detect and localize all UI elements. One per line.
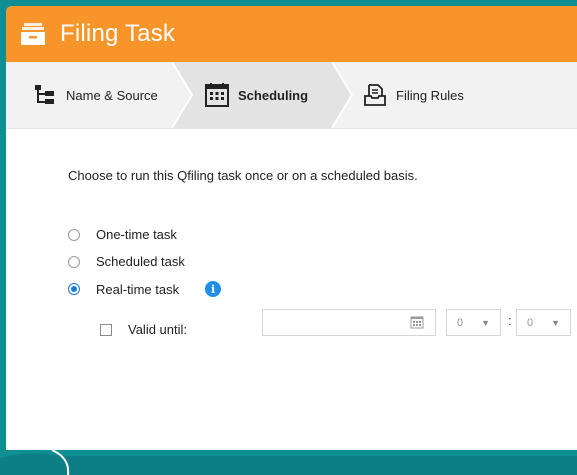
option-label: Scheduled task (96, 254, 185, 269)
tree-structure-icon (32, 82, 58, 108)
wizard-steps: Name & Source Scheduling Filing Rules (6, 62, 577, 129)
option-label: Real-time task (96, 281, 180, 297)
scheduling-content: Choose to run this Qfiling task once or … (6, 129, 577, 450)
instruction-text: Choose to run this Qfiling task once or … (68, 168, 418, 183)
step-scheduling[interactable]: Scheduling (204, 62, 308, 128)
option-one-time-task[interactable]: One-time task (68, 227, 177, 242)
calendar-icon[interactable] (410, 315, 424, 329)
chevron-down-icon: ▼ (481, 317, 490, 328)
valid-until-label: Valid until: (128, 322, 188, 337)
file-box-icon (362, 82, 388, 108)
hour-select[interactable]: 0 ▼ (446, 309, 501, 336)
step-name-source[interactable]: Name & Source (32, 62, 158, 128)
filing-task-dialog: Filing Task Name & Source Scheduling Fil… (6, 6, 577, 450)
option-real-time-task[interactable]: Real-time task i (68, 281, 222, 297)
valid-until-checkbox[interactable] (100, 323, 112, 336)
valid-until-row[interactable]: Valid until: (100, 322, 187, 337)
info-icon[interactable]: i (205, 281, 222, 297)
chevron-down-icon: ▼ (551, 317, 560, 328)
minute-value: 0 (527, 316, 534, 329)
radio-real-time-task[interactable] (68, 283, 80, 295)
step-filing-rules[interactable]: Filing Rules (362, 62, 464, 128)
minute-select[interactable]: 0 ▼ (516, 309, 571, 336)
title-bar: Filing Task (6, 6, 577, 62)
dialog-title: Filing Task (60, 20, 176, 47)
time-separator: : (508, 313, 512, 328)
option-scheduled-task[interactable]: Scheduled task (68, 254, 185, 269)
archive-box-icon (20, 22, 46, 46)
bottom-decorative-band (0, 450, 577, 475)
step-label: Name & Source (66, 87, 158, 103)
hour-value: 0 (457, 316, 464, 329)
calendar-icon (204, 82, 230, 108)
step-label: Filing Rules (396, 87, 464, 103)
option-label: One-time task (96, 227, 177, 242)
step-label: Scheduling (238, 87, 309, 103)
radio-one-time-task[interactable] (68, 228, 80, 241)
radio-scheduled-task[interactable] (68, 255, 80, 268)
